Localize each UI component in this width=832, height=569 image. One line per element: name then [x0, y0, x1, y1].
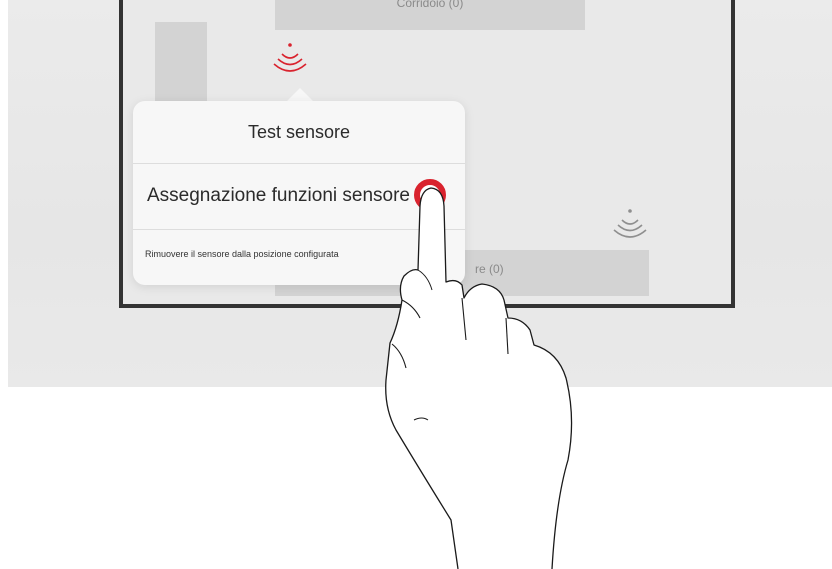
hand-pointer-icon — [385, 179, 573, 569]
